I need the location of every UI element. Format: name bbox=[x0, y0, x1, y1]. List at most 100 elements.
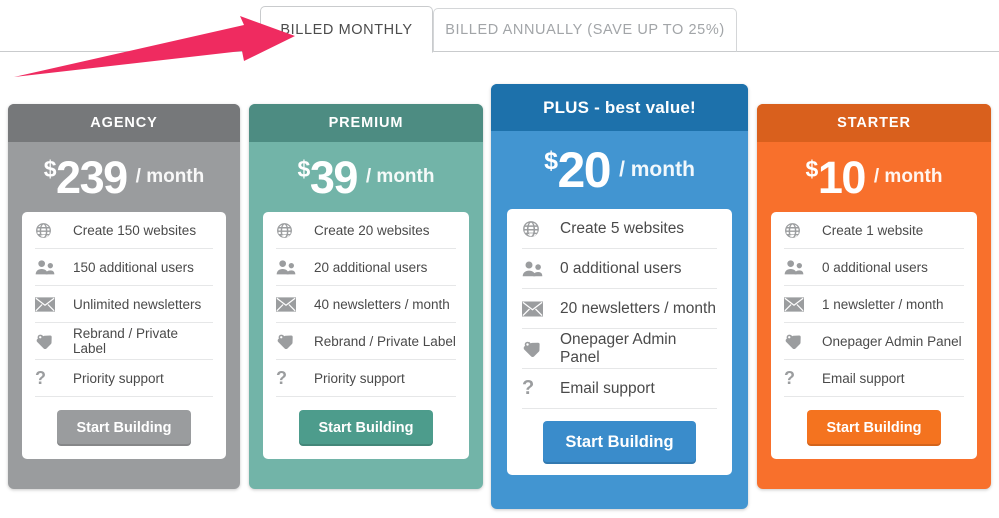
users-icon bbox=[784, 259, 814, 275]
feature-row: 0 additional users bbox=[784, 249, 964, 286]
feature-row: Onepager Admin Panel bbox=[522, 329, 717, 369]
start-building-button-plus[interactable]: Start Building bbox=[543, 421, 695, 464]
feature-row: ? Priority support bbox=[276, 360, 456, 397]
price-amount: 20 bbox=[557, 145, 610, 195]
feature-label: Onepager Admin Panel bbox=[552, 331, 717, 367]
feature-row: Create 150 websites bbox=[35, 212, 213, 249]
feature-label: 1 newsletter / month bbox=[814, 297, 944, 312]
globe-icon bbox=[522, 220, 552, 238]
price-currency: $ bbox=[544, 147, 557, 176]
feature-label: 40 newsletters / month bbox=[306, 297, 450, 312]
feature-label: Create 1 website bbox=[814, 223, 923, 238]
envelope-icon bbox=[522, 301, 552, 317]
feature-row: Unlimited newsletters bbox=[35, 286, 213, 323]
card-title-agency: AGENCY bbox=[90, 115, 157, 131]
feature-row: Create 20 websites bbox=[276, 212, 456, 249]
users-icon bbox=[522, 260, 552, 277]
pricing-cards-container: AGENCY $ 239 / month Create 150 websites… bbox=[0, 0, 999, 518]
pricing-card-agency[interactable]: AGENCY $ 239 / month Create 150 websites… bbox=[8, 104, 240, 489]
tag-icon bbox=[784, 333, 814, 350]
feature-row: 0 additional users bbox=[522, 249, 717, 289]
price-period: / month bbox=[136, 166, 205, 188]
feature-label: 20 newsletters / month bbox=[552, 300, 716, 318]
users-icon bbox=[276, 259, 306, 275]
feature-label: 150 additional users bbox=[65, 260, 194, 275]
card-header-agency: AGENCY bbox=[8, 104, 240, 142]
feature-row: Create 5 websites bbox=[522, 209, 717, 249]
cta-container: Start Building bbox=[522, 409, 717, 475]
cta-container: Start Building bbox=[35, 397, 213, 459]
feature-label: Priority support bbox=[65, 371, 164, 386]
tag-icon bbox=[522, 340, 552, 358]
svg-text:?: ? bbox=[35, 369, 46, 388]
feature-row: ? Email support bbox=[784, 360, 964, 397]
price-currency: $ bbox=[298, 156, 310, 183]
tab-billed-annually-label: BILLED ANNUALLY (SAVE UP TO 25%) bbox=[445, 22, 725, 38]
globe-icon bbox=[35, 222, 65, 239]
card-header-premium: PREMIUM bbox=[249, 104, 483, 142]
card-features-panel-starter: Create 1 website 0 additional users 1 ne… bbox=[771, 212, 977, 459]
question-icon: ? bbox=[522, 378, 552, 399]
globe-icon bbox=[276, 222, 306, 239]
feature-label: Create 150 websites bbox=[65, 223, 196, 238]
feature-row: 1 newsletter / month bbox=[784, 286, 964, 323]
price-period: / month bbox=[874, 166, 943, 188]
price-currency: $ bbox=[806, 156, 818, 183]
feature-row: 20 newsletters / month bbox=[522, 289, 717, 329]
feature-label: 20 additional users bbox=[306, 260, 427, 275]
tag-icon bbox=[276, 333, 306, 350]
card-title-starter: STARTER bbox=[837, 115, 911, 131]
price-amount: 39 bbox=[310, 155, 357, 200]
cta-container: Start Building bbox=[784, 397, 964, 459]
feature-label: Create 20 websites bbox=[306, 223, 430, 238]
tab-billed-monthly[interactable]: BILLED MONTHLY bbox=[260, 6, 433, 53]
feature-row: Onepager Admin Panel bbox=[784, 323, 964, 360]
pricing-card-starter[interactable]: STARTER $ 10 / month Create 1 website 0 … bbox=[757, 104, 991, 489]
feature-row: 150 additional users bbox=[35, 249, 213, 286]
question-icon: ? bbox=[276, 369, 306, 388]
svg-text:?: ? bbox=[784, 369, 795, 388]
feature-row: 40 newsletters / month bbox=[276, 286, 456, 323]
feature-label: Rebrand / Private Label bbox=[65, 326, 213, 356]
feature-label: Email support bbox=[552, 380, 655, 398]
tag-icon bbox=[35, 333, 65, 350]
start-building-button-premium[interactable]: Start Building bbox=[299, 410, 432, 446]
feature-row: 20 additional users bbox=[276, 249, 456, 286]
start-building-button-agency[interactable]: Start Building bbox=[57, 410, 190, 446]
feature-label: Unlimited newsletters bbox=[65, 297, 201, 312]
card-price-plus: $ 20 / month bbox=[491, 131, 748, 209]
feature-label: Priority support bbox=[306, 371, 405, 386]
feature-label: Rebrand / Private Label bbox=[306, 334, 456, 349]
feature-row: Rebrand / Private Label bbox=[35, 323, 213, 360]
card-title-plus: PLUS - best value! bbox=[543, 98, 696, 118]
tab-billed-monthly-label: BILLED MONTHLY bbox=[280, 22, 412, 38]
envelope-icon bbox=[784, 297, 814, 312]
card-features-panel-premium: Create 20 websites 20 additional users 4… bbox=[263, 212, 469, 459]
pricing-card-plus[interactable]: PLUS - best value! $ 20 / month Create 5… bbox=[491, 84, 748, 509]
card-price-agency: $ 239 / month bbox=[8, 142, 240, 212]
envelope-icon bbox=[35, 297, 65, 312]
envelope-icon bbox=[276, 297, 306, 312]
cta-container: Start Building bbox=[276, 397, 456, 459]
feature-row: Create 1 website bbox=[784, 212, 964, 249]
feature-row: Rebrand / Private Label bbox=[276, 323, 456, 360]
users-icon bbox=[35, 259, 65, 275]
feature-label: 0 additional users bbox=[814, 260, 928, 275]
pricing-card-premium[interactable]: PREMIUM $ 39 / month Create 20 websites … bbox=[249, 104, 483, 489]
start-building-button-starter[interactable]: Start Building bbox=[807, 410, 940, 446]
question-icon: ? bbox=[784, 369, 814, 388]
feature-row: ? Priority support bbox=[35, 360, 213, 397]
price-currency: $ bbox=[44, 156, 56, 183]
tab-billed-annually[interactable]: BILLED ANNUALLY (SAVE UP TO 25%) bbox=[433, 8, 737, 52]
globe-icon bbox=[784, 222, 814, 239]
card-header-plus: PLUS - best value! bbox=[491, 84, 748, 131]
card-title-premium: PREMIUM bbox=[329, 115, 404, 131]
price-period: / month bbox=[619, 158, 695, 182]
svg-text:?: ? bbox=[522, 378, 534, 399]
card-features-panel-agency: Create 150 websites 150 additional users… bbox=[22, 212, 226, 459]
feature-label: Email support bbox=[814, 371, 905, 386]
feature-label: Onepager Admin Panel bbox=[814, 334, 962, 349]
price-period: / month bbox=[366, 166, 435, 188]
feature-label: Create 5 websites bbox=[552, 220, 684, 238]
card-price-starter: $ 10 / month bbox=[757, 142, 991, 212]
